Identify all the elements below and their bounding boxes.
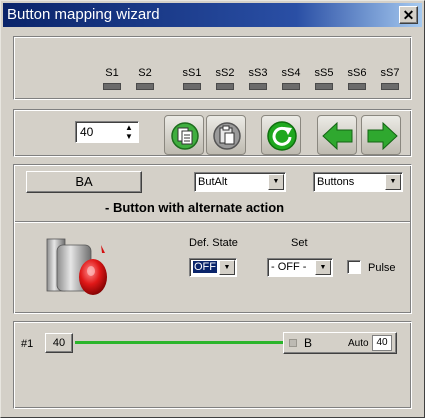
copy-button[interactable] bbox=[164, 115, 204, 155]
button-description: - Button with alternate action bbox=[105, 200, 285, 215]
def-state-label: Def. State bbox=[189, 237, 238, 249]
button-type-value: ButAlt bbox=[198, 176, 228, 188]
set-select[interactable]: - OFF - ▼ bbox=[267, 258, 333, 277]
back-button[interactable] bbox=[317, 115, 357, 155]
button-category-select[interactable]: Buttons ▼ bbox=[313, 172, 403, 192]
seq-label-ss2: sS2 bbox=[215, 67, 235, 79]
seq-label-s1: S1 bbox=[105, 67, 119, 79]
mapping-track[interactable] bbox=[75, 341, 285, 344]
refresh-icon bbox=[267, 121, 297, 151]
chevron-down-icon[interactable]: ▼ bbox=[219, 260, 235, 275]
copy-icon bbox=[171, 122, 199, 150]
auto-value-box[interactable]: 40 bbox=[372, 335, 392, 351]
seq-label-ss6: sS6 bbox=[347, 67, 367, 79]
def-state-value: OFF bbox=[193, 261, 217, 273]
seq-label-ss4: sS4 bbox=[281, 67, 301, 79]
set-value: - OFF - bbox=[271, 261, 307, 273]
chevron-down-icon[interactable]: ▼ bbox=[385, 174, 401, 190]
paste-button[interactable] bbox=[206, 115, 246, 155]
seq-led-ss2 bbox=[216, 83, 234, 90]
seq-led-ss5 bbox=[315, 83, 333, 90]
chevron-down-icon[interactable]: ▼ bbox=[268, 174, 284, 190]
seq-led-ss7 bbox=[381, 83, 399, 90]
seq-led-ss3 bbox=[249, 83, 267, 90]
handle-grip-icon bbox=[289, 339, 297, 347]
arrow-right-icon bbox=[367, 121, 398, 151]
button-name-label: BA bbox=[75, 174, 93, 189]
seq-led-s1 bbox=[103, 83, 121, 90]
title-bar: Button mapping wizard ✕ bbox=[3, 3, 422, 27]
forward-button[interactable] bbox=[361, 115, 401, 155]
pulse-checkbox[interactable] bbox=[347, 260, 361, 274]
seq-label-ss7: sS7 bbox=[380, 67, 400, 79]
seq-label-ss1: sS1 bbox=[182, 67, 202, 79]
seq-label-s2: S2 bbox=[138, 67, 152, 79]
arrow-left-icon bbox=[322, 121, 353, 151]
seq-led-ss4 bbox=[282, 83, 300, 90]
seq-led-ss6 bbox=[348, 83, 366, 90]
seq-led-ss1 bbox=[183, 83, 201, 90]
paste-icon bbox=[213, 122, 241, 150]
mapping-left-value-text: 40 bbox=[52, 337, 66, 349]
mapping-handle[interactable]: B Auto 40 bbox=[283, 332, 397, 354]
button-type-select[interactable]: ButAlt ▼ bbox=[194, 172, 286, 192]
seq-label-ss5: sS5 bbox=[314, 67, 334, 79]
mapping-index: #1 bbox=[21, 338, 34, 350]
refresh-button[interactable] bbox=[261, 115, 301, 155]
sequence-group: S1 S2 sS1 sS2 sS3 sS4 sS5 sS6 sS7 bbox=[13, 36, 412, 100]
auto-label: Auto bbox=[348, 338, 369, 349]
close-icon: ✕ bbox=[402, 7, 415, 23]
button-name-button[interactable]: BA bbox=[26, 171, 142, 193]
seq-led-s2 bbox=[136, 83, 154, 90]
handle-label: B bbox=[304, 336, 313, 350]
auto-value: 40 bbox=[376, 337, 388, 348]
set-label: Set bbox=[291, 237, 308, 249]
config-divider bbox=[15, 221, 410, 223]
def-state-select[interactable]: OFF ▼ bbox=[189, 258, 237, 277]
wizard-window: Button mapping wizard ✕ S1 S2 sS1 sS2 sS… bbox=[0, 0, 425, 418]
close-button[interactable]: ✕ bbox=[399, 6, 418, 24]
window-title: Button mapping wizard bbox=[7, 6, 160, 23]
pushbutton-image bbox=[46, 238, 107, 295]
seq-label-ss3: sS3 bbox=[248, 67, 268, 79]
value-spinner[interactable]: 40 ▲ ▼ bbox=[75, 121, 139, 143]
mapping-left-value[interactable]: 40 bbox=[45, 333, 73, 353]
pulse-label: Pulse bbox=[368, 262, 396, 274]
chevron-down-icon[interactable]: ▼ bbox=[315, 260, 331, 275]
button-category-value: Buttons bbox=[317, 176, 355, 188]
spinner-arrows[interactable]: ▲ ▼ bbox=[122, 123, 136, 141]
spinner-value: 40 bbox=[80, 125, 94, 139]
